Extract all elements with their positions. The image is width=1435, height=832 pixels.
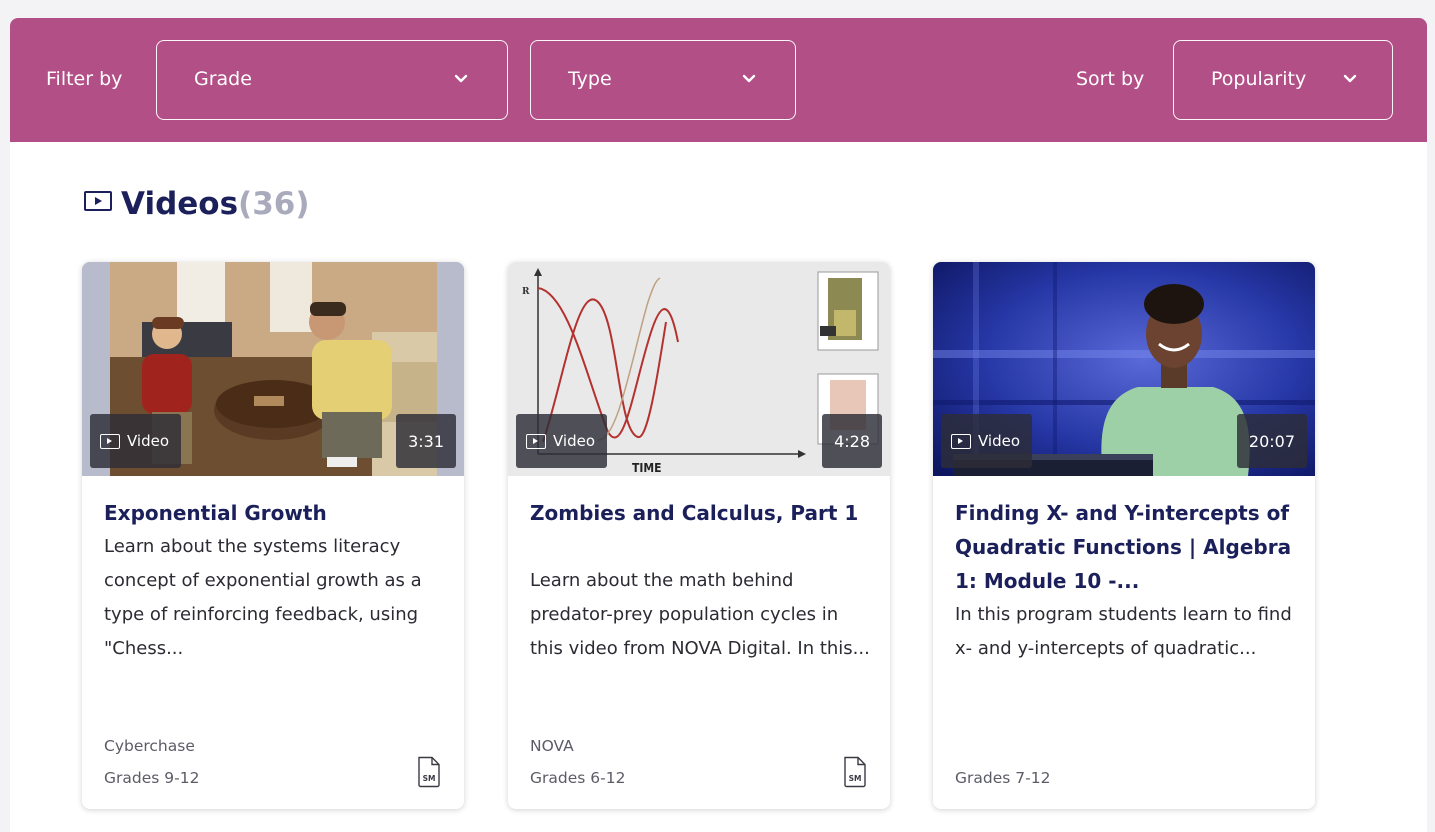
section-heading: Videos (36) xyxy=(84,184,310,224)
chevron-down-icon xyxy=(1343,74,1357,83)
card-grades: Grades 6-12 xyxy=(530,769,626,787)
duration-badge: 3:31 xyxy=(396,414,456,468)
card-title[interactable]: Zombies and Calculus, Part 1 xyxy=(530,496,875,530)
svg-text:SM: SM xyxy=(423,774,436,783)
duration-badge: 20:07 xyxy=(1236,414,1307,468)
video-card-quadratic-intercepts[interactable]: Video 20:07 Finding X- and Y-intercepts … xyxy=(933,262,1315,809)
grade-dropdown[interactable]: Grade xyxy=(156,40,508,120)
video-thumbnail[interactable]: Video 20:07 xyxy=(933,262,1315,476)
chevron-down-icon xyxy=(454,74,468,83)
type-dropdown[interactable]: Type xyxy=(530,40,796,120)
card-description: Learn about the math behind predator-pre… xyxy=(530,570,870,659)
sm-document-icon[interactable]: SM xyxy=(416,756,442,788)
type-dropdown-label: Type xyxy=(568,68,612,90)
card-source: Cyberchase xyxy=(104,737,195,755)
sort-dropdown[interactable]: Popularity xyxy=(1173,40,1393,120)
video-card-zombies-calculus[interactable]: R TIME Video 4:28 Zombies and Calculus, … xyxy=(508,262,890,809)
sort-by-label: Sort by xyxy=(1076,68,1145,90)
svg-text:SM: SM xyxy=(849,774,862,783)
sort-dropdown-label: Popularity xyxy=(1211,68,1307,90)
card-grades: Grades 7-12 xyxy=(955,769,1051,787)
chevron-down-icon xyxy=(742,74,756,83)
play-icon xyxy=(100,433,120,449)
video-badge: Video xyxy=(90,414,182,468)
play-box-icon xyxy=(84,191,112,211)
video-badge-label: Video xyxy=(978,432,1021,450)
filter-by-label: Filter by xyxy=(46,68,123,90)
card-description: In this program students learn to find x… xyxy=(955,604,1292,659)
video-badge: Video xyxy=(941,414,1033,468)
grade-dropdown-label: Grade xyxy=(194,68,252,90)
card-grades: Grades 9-12 xyxy=(104,769,200,787)
play-icon xyxy=(951,433,971,449)
section-count: (36) xyxy=(238,186,310,222)
thumb-axis-label: TIME xyxy=(632,461,662,475)
card-description: Learn about the systems literacy concept… xyxy=(104,536,422,659)
video-thumbnail[interactable]: R TIME Video 4:28 xyxy=(508,262,890,476)
card-title[interactable]: Finding X- and Y-intercepts of Quadratic… xyxy=(955,496,1300,598)
card-source: NOVA xyxy=(530,737,574,755)
card-title[interactable]: Exponential Growth xyxy=(104,496,449,530)
video-thumbnail[interactable]: Video 3:31 xyxy=(82,262,464,476)
video-card-exponential-growth[interactable]: Video 3:31 Exponential Growth Learn abou… xyxy=(82,262,464,809)
duration-badge: 4:28 xyxy=(822,414,882,468)
sm-document-icon[interactable]: SM xyxy=(842,756,868,788)
filter-bar: Filter by Grade Type Sort by Popularity xyxy=(10,18,1427,142)
video-badge-label: Video xyxy=(553,432,596,450)
video-badge-label: Video xyxy=(127,432,170,450)
thumb-y-label: R xyxy=(522,287,530,297)
play-icon xyxy=(526,433,546,449)
content-frame: Filter by Grade Type Sort by Popularity … xyxy=(10,18,1427,832)
section-title: Videos xyxy=(121,186,239,222)
video-badge: Video xyxy=(516,414,608,468)
